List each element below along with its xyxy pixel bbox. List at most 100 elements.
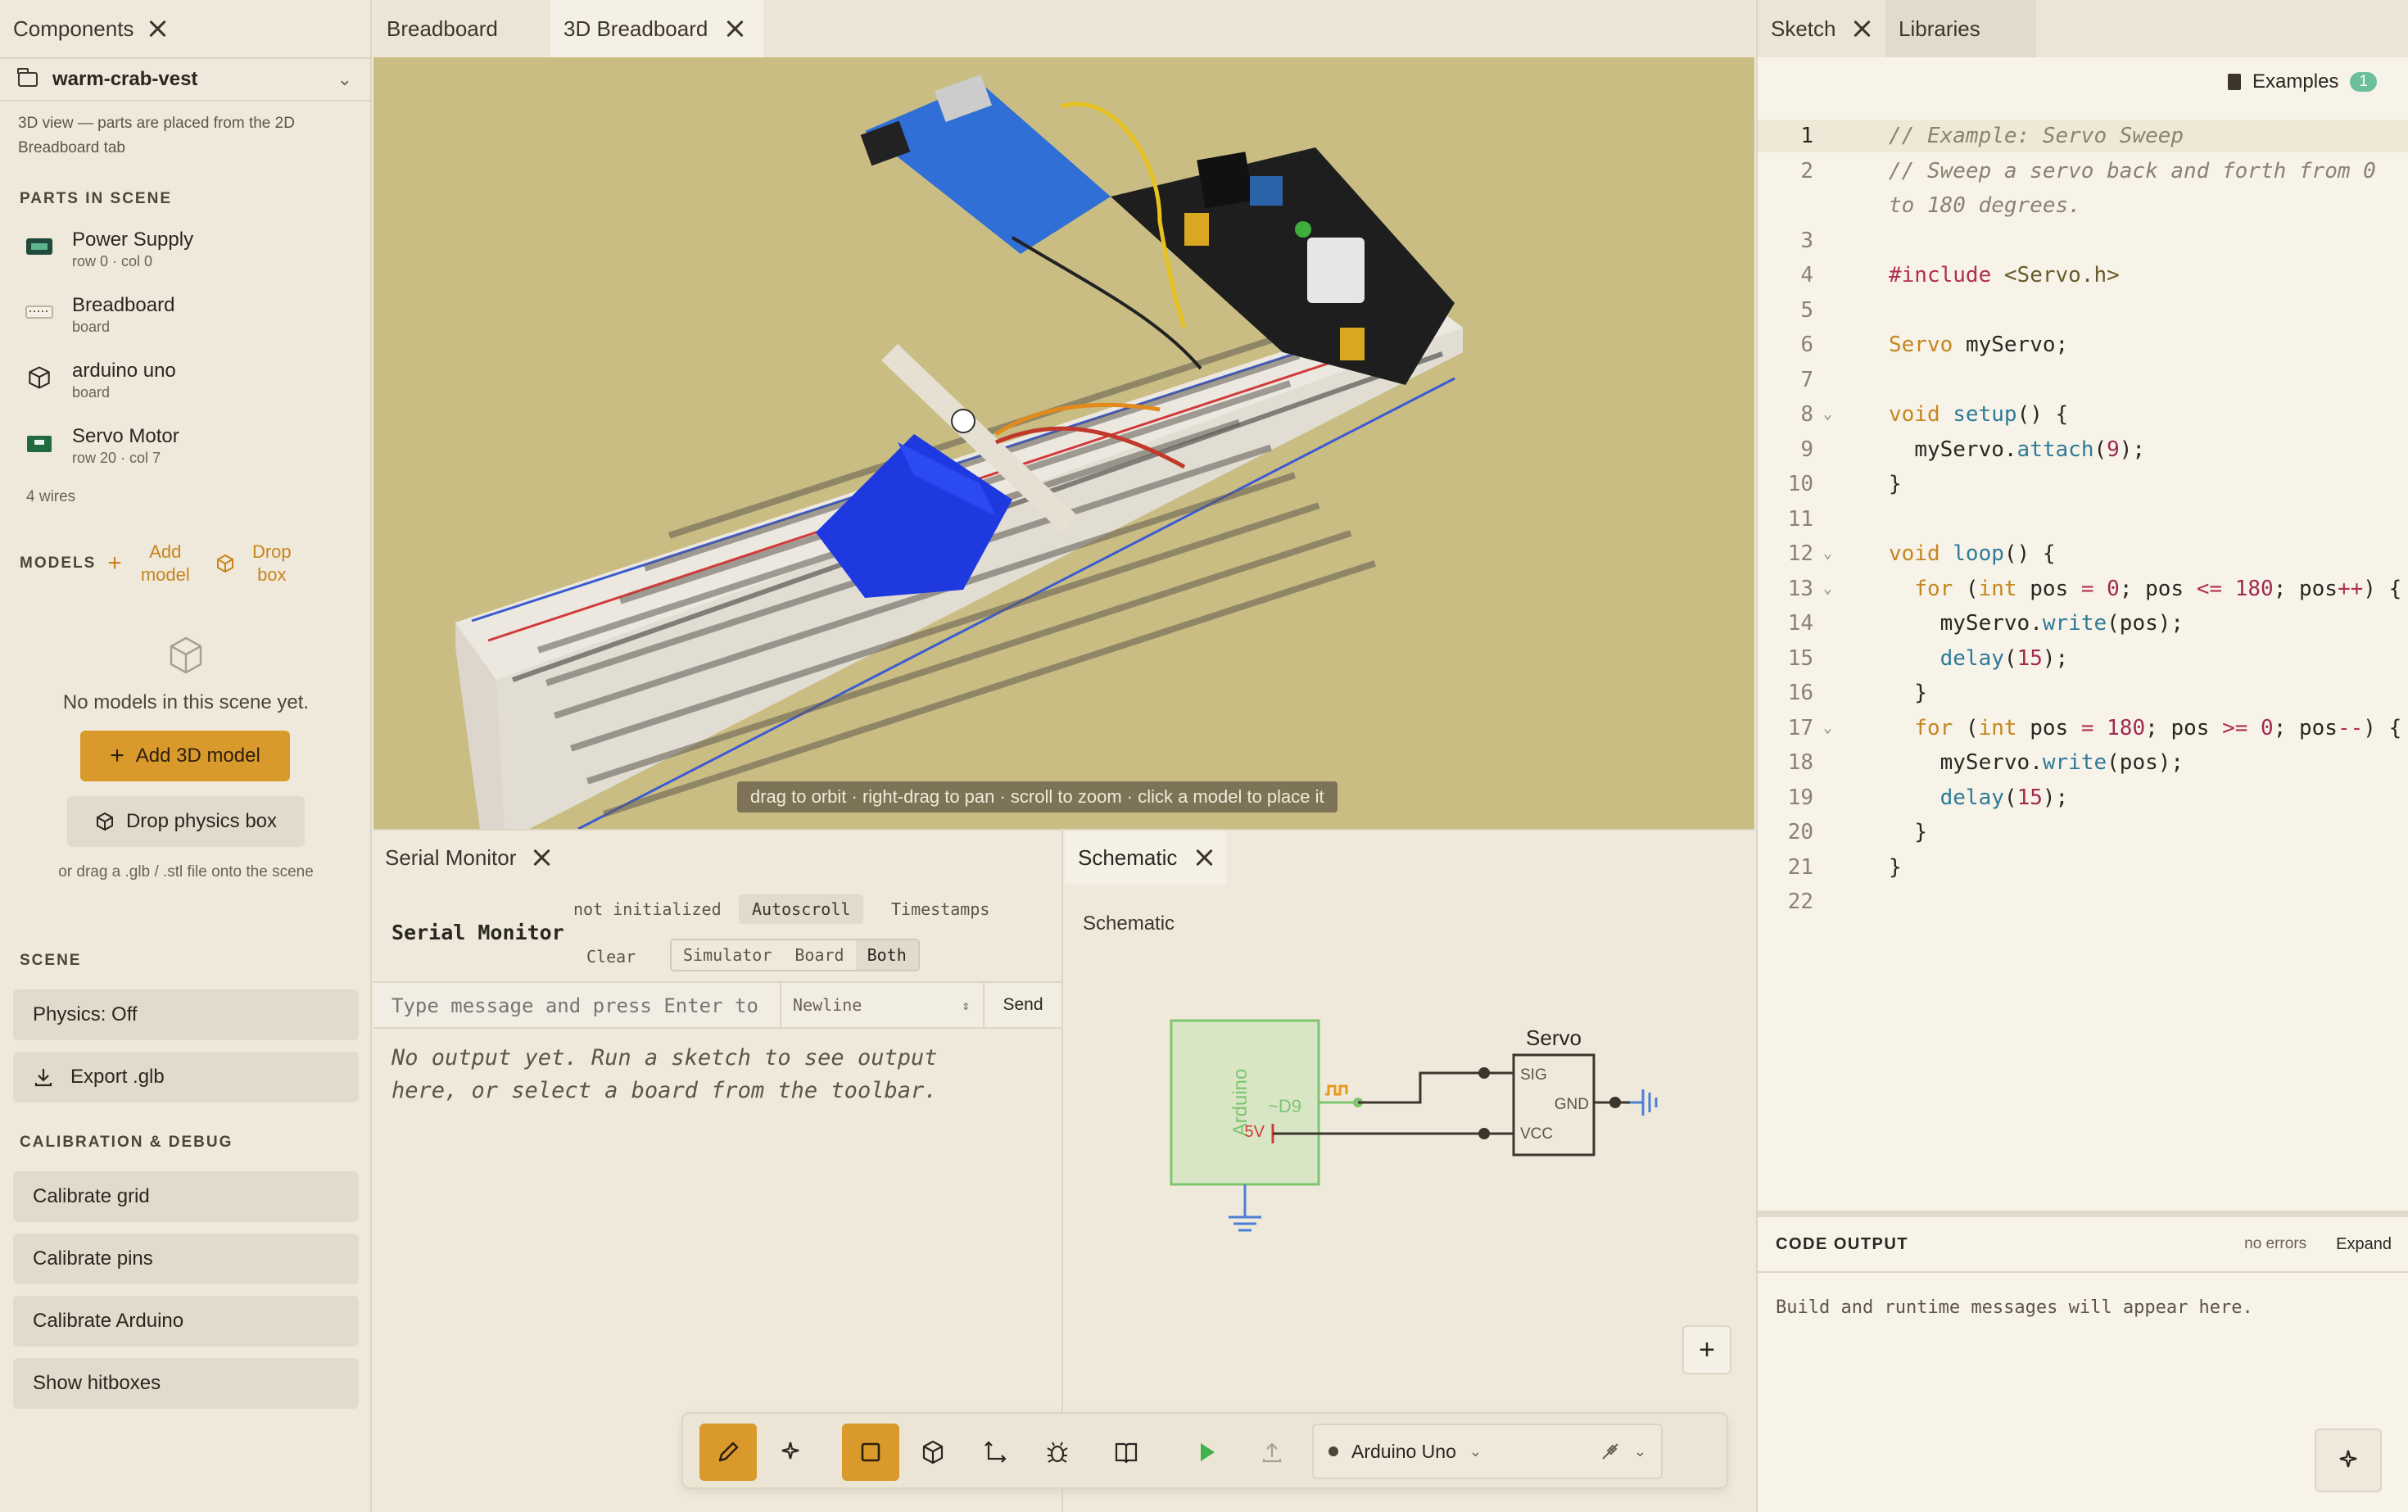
code-line[interactable]: 19 delay(15); [1758,781,2408,814]
line-number: 20 [1787,820,1813,844]
send-button[interactable]: Send [983,983,1061,1027]
code-line[interactable]: 20 } [1758,816,2408,849]
center-tab-bar: Breadboard 3D Breadboard [373,0,1754,57]
error-status: no errors [2244,1235,2307,1252]
tab-3d-breadboard[interactable]: 3D Breadboard [550,0,763,57]
2d-view-button[interactable] [842,1424,899,1481]
code-line[interactable]: 12 ⌄ void loop() { [1758,537,2408,570]
upload-button[interactable] [1243,1424,1301,1481]
code-line[interactable]: to 180 degrees. [1758,189,2408,222]
serial-message-input[interactable] [392,991,768,1021]
code-line[interactable]: 8 ⌄ void setup() { [1758,398,2408,431]
code-line[interactable]: 6 Servo myServo; [1758,328,2408,361]
code-line[interactable]: 18 myServo.write(pos); [1758,746,2408,779]
3d-scene[interactable] [373,57,1754,829]
part-sub: row 0 · col 0 [72,253,153,269]
code-line[interactable]: 14 myServo.write(pos); [1758,607,2408,640]
calibrate-grid-button[interactable]: Calibrate grid [13,1171,359,1222]
run-button[interactable] [1178,1424,1235,1481]
add-model-button[interactable]: Add model [137,541,194,586]
fold-chevron-icon[interactable]: ⌄ [1823,398,1832,431]
part-item-arduino-uno[interactable]: arduino uno board [25,359,176,401]
timestamps-toggle[interactable]: Timestamps [891,899,989,919]
tab-sketch[interactable]: Sketch [1758,0,1885,57]
code-line[interactable]: 11 [1758,503,2408,536]
close-icon[interactable] [726,20,744,38]
schematic-diagram[interactable]: Arduino ~D9 Servo SIG GND VCC 5V [1065,831,1754,1512]
mode-board[interactable]: Board [783,940,855,970]
calibrate-pins-button[interactable]: Calibrate pins [13,1234,359,1284]
tab-libraries[interactable]: Libraries [1885,0,2036,57]
code-line[interactable]: 9 myServo.attach(9); [1758,433,2408,466]
tab-breadboard[interactable]: Breadboard [373,0,550,57]
code-line[interactable]: 1 // Example: Servo Sweep [1758,120,2408,152]
tab-components[interactable]: Components [0,0,179,57]
add-3d-model-button[interactable]: + Add 3D model [80,731,290,781]
code-line[interactable]: 2 // Sweep a servo back and forth from 0 [1758,155,2408,188]
fold-chevron-icon[interactable]: ⌄ [1823,537,1832,570]
fold-chevron-icon[interactable]: ⌄ [1823,712,1832,745]
code-line[interactable]: 4 #include <Servo.h> [1758,259,2408,292]
examples-button[interactable]: Examples 1 [2228,70,2377,93]
3d-view-button[interactable] [904,1424,962,1481]
code-line[interactable]: 5 [1758,294,2408,327]
code-line[interactable]: 3 [1758,224,2408,257]
wire-count: 4 wires [26,488,76,505]
zoom-in-button[interactable]: + [1682,1325,1731,1374]
ai-assistant-button[interactable] [2315,1428,2382,1492]
board-selector[interactable]: Arduino Uno ⌄ ⌄ [1312,1424,1663,1479]
chevron-down-icon: ⌄ [337,69,352,89]
ai-tool-button[interactable] [762,1424,819,1481]
button-label: Calibrate pins [33,1247,153,1270]
arduino-3d[interactable] [865,82,1111,254]
close-icon[interactable] [148,20,166,38]
mode-simulator[interactable]: Simulator [672,940,783,970]
code-line[interactable]: 10} [1758,468,2408,500]
part-item-power-supply[interactable]: Power Supply row 0 · col 0 [25,228,193,270]
3d-viewport[interactable]: drag to orbit · right-drag to pan · scro… [373,57,1754,829]
physics-toggle-button[interactable]: Physics: Off [13,989,359,1040]
part-item-breadboard[interactable]: Breadboard board [25,293,174,336]
tab-serial-monitor[interactable]: Serial Monitor [385,831,550,885]
close-icon[interactable] [532,849,550,867]
line-number: 8 [1800,402,1813,427]
code-line[interactable]: 21} [1758,851,2408,884]
serial-empty-text: No output yet. Run a sketch to see outpu… [392,1045,938,1103]
code-editor[interactable]: 1 // Example: Servo Sweep 2 // Sweep a serv… [1758,120,2408,1201]
debug-button[interactable] [1029,1424,1086,1481]
code-line[interactable]: 15 delay(15); [1758,642,2408,675]
code-line[interactable]: 7 [1758,364,2408,396]
clear-button[interactable]: Clear [586,947,636,967]
serial-monitor-panel: Serial Monitor Serial Monitor not initia… [373,829,1063,1512]
code-text: to 180 degrees. [1889,193,2081,218]
code-line[interactable]: 16 } [1758,677,2408,709]
export-label: Export .glb [70,1066,165,1088]
code-output-panel: CODE OUTPUT no errors Expand Build and r… [1758,1211,2408,1512]
part-item-servo-motor[interactable]: Servo Motor row 20 · col 7 [25,424,179,467]
project-selector[interactable]: warm-crab-vest ⌄ [0,57,370,102]
edit-tool-button[interactable] [699,1424,757,1481]
code-line[interactable]: 17 ⌄ for (int pos = 180; pos >= 0; pos--)… [1758,712,2408,745]
close-icon[interactable] [1853,20,1871,38]
axes-button[interactable] [966,1424,1024,1481]
calibrate-arduino-button[interactable]: Calibrate Arduino [13,1296,359,1347]
drop-physics-box-button[interactable]: Drop physics box [67,796,305,847]
export-glb-button[interactable]: Export .glb [13,1052,359,1102]
code-text: Servo myServo; [1889,333,2069,357]
show-hitboxes-button[interactable]: Show hitboxes [13,1358,359,1409]
code-text: void setup() { [1889,402,2069,427]
autoscroll-toggle[interactable]: Autoscroll [739,894,864,924]
code-line[interactable]: 22 [1758,885,2408,918]
examples-count-badge: 1 [2350,72,2377,92]
viewport-hint: drag to orbit · right-drag to pan · scro… [737,781,1338,813]
expand-button[interactable]: Expand [2336,1235,2392,1254]
code-line[interactable]: 13 ⌄ for (int pos = 0; pos <= 180; pos++)… [1758,573,2408,605]
fold-chevron-icon[interactable]: ⌄ [1823,573,1832,605]
drop-box-button[interactable]: Drop box [251,541,292,586]
plug-off-icon[interactable] [1600,1441,1621,1462]
line-ending-select[interactable]: Newline ⇕ [780,983,981,1027]
mode-both[interactable]: Both [855,940,918,970]
code-text: // Sweep a servo back and forth from 0 [1889,158,2376,183]
docs-button[interactable] [1098,1424,1155,1481]
sparkle-icon [781,1442,799,1460]
